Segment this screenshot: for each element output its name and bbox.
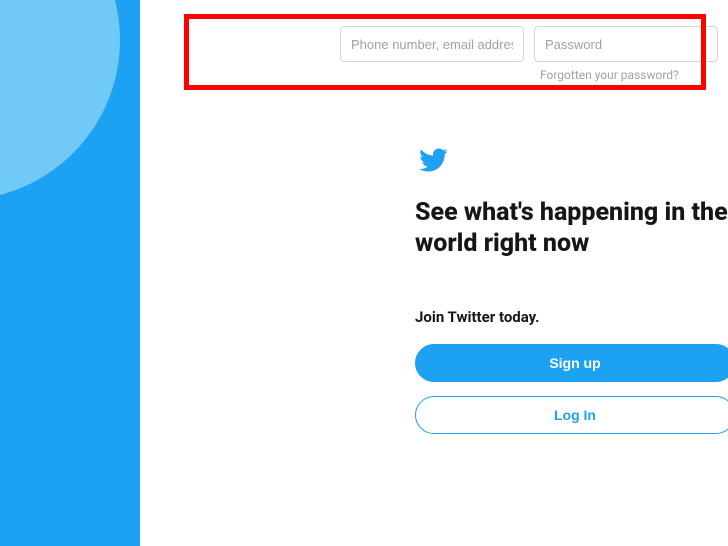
headline-text: See what's happening in the world right …: [415, 197, 728, 260]
twitter-bird-icon: [415, 145, 728, 179]
forgot-password-link[interactable]: Forgotten your password?: [540, 68, 679, 82]
main-content: See what's happening in the world right …: [415, 145, 728, 448]
login-button[interactable]: Log In: [415, 396, 728, 434]
right-panel: Log In Forgotten your password? See what…: [140, 0, 728, 546]
password-input[interactable]: [534, 26, 718, 62]
join-text: Join Twitter today.: [415, 308, 728, 326]
signup-button[interactable]: Sign up: [415, 344, 728, 382]
top-login-bar: Log In: [340, 26, 728, 62]
username-input[interactable]: [340, 26, 524, 62]
left-brand-panel: [0, 0, 140, 546]
